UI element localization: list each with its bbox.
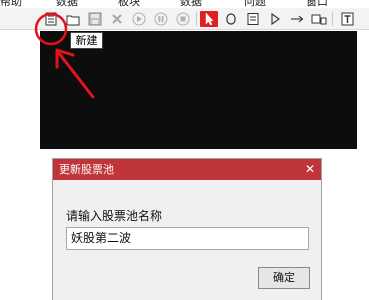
pool-name-input[interactable]: 妖股第二波 (66, 227, 309, 250)
arrow-tool-button[interactable] (288, 11, 306, 27)
pause-icon (154, 12, 168, 26)
ellipse-tool-button[interactable] (222, 11, 240, 27)
layout-tool-button[interactable] (310, 11, 328, 27)
save-button[interactable] (86, 11, 104, 27)
new-document-icon (44, 12, 58, 26)
stop-button[interactable] (174, 11, 192, 27)
window-layout-icon (311, 13, 327, 26)
arrow-right-icon (290, 13, 304, 25)
triangle-right-icon (269, 12, 281, 26)
toolbar-separator (196, 12, 197, 26)
select-pointer-icon (203, 12, 215, 26)
document-icon (246, 12, 260, 26)
save-icon (88, 12, 102, 26)
pool-name-label: 请输入股票池名称 (66, 209, 163, 223)
open-button[interactable] (64, 11, 82, 27)
delete-icon (111, 13, 123, 25)
document-tool-button[interactable] (244, 11, 262, 27)
text-tool-button[interactable] (338, 11, 356, 27)
update-pool-dialog: 更新股票池 ✕ 请输入股票池名称 妖股第二波 确定 (52, 158, 322, 300)
text-tool-icon (341, 12, 354, 26)
tooltip: 新建 (70, 32, 103, 49)
triangle-tool-button[interactable] (266, 11, 284, 27)
play-button[interactable] (130, 11, 148, 27)
toolbar-separator (332, 12, 333, 26)
close-icon[interactable]: ✕ (303, 162, 317, 176)
new-button[interactable] (42, 11, 60, 27)
screenshot-stage: 帮助 数据 板块 数据 问题 窗口 新建 更新股票池 ✕ 请输入股票池名称 妖股… (0, 0, 369, 300)
delete-button[interactable] (108, 11, 126, 27)
ellipse-icon (225, 12, 237, 26)
toolbar (0, 8, 369, 30)
ok-button[interactable]: 确定 (258, 267, 310, 289)
pause-button[interactable] (152, 11, 170, 27)
menu-bar: 帮助 数据 板块 数据 问题 窗口 (0, 0, 369, 8)
select-tool-button[interactable] (200, 11, 218, 27)
open-folder-icon (66, 13, 81, 26)
dialog-title: 更新股票池 (53, 159, 321, 180)
play-icon (132, 12, 146, 26)
stop-icon (176, 12, 190, 26)
